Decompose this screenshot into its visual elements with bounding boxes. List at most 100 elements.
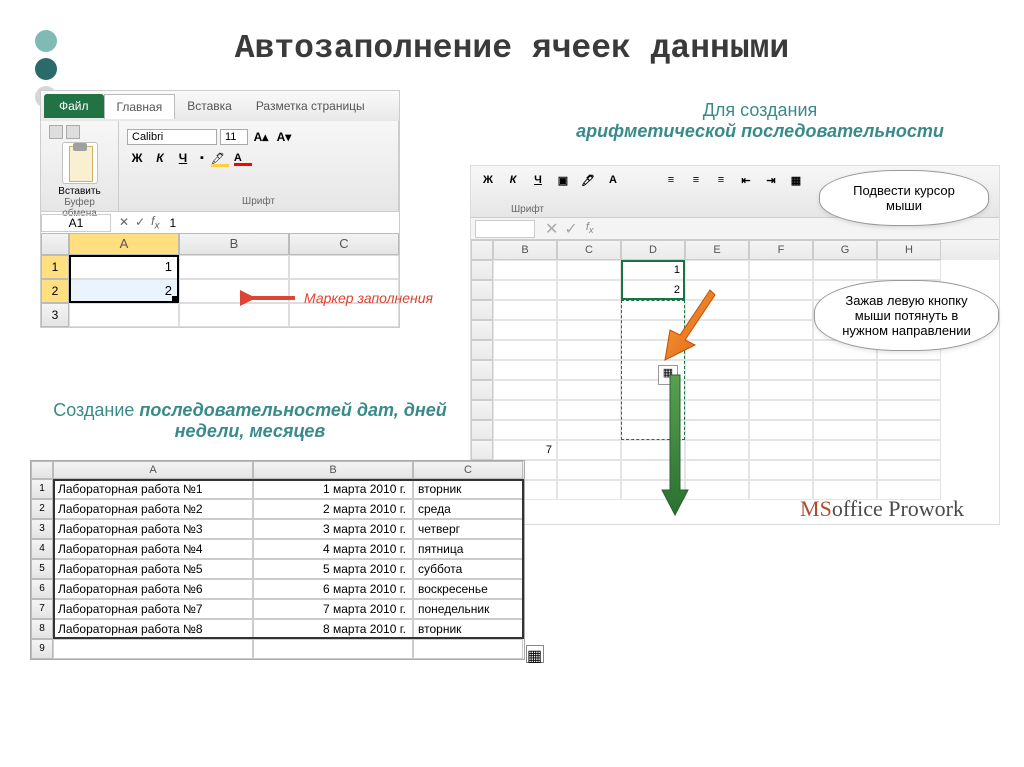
- italic-button[interactable]: К: [150, 149, 170, 167]
- fx-icon[interactable]: fx: [151, 214, 159, 231]
- cell[interactable]: [749, 320, 813, 340]
- cell[interactable]: [493, 420, 557, 440]
- row-header[interactable]: [471, 300, 493, 320]
- cell[interactable]: [749, 260, 813, 280]
- col-header-c[interactable]: C: [413, 461, 523, 479]
- row-header[interactable]: [471, 440, 493, 460]
- enter-icon[interactable]: ✓: [135, 215, 145, 229]
- row-header[interactable]: [471, 420, 493, 440]
- select-all-corner[interactable]: [31, 461, 53, 479]
- tab-insert[interactable]: Вставка: [175, 94, 244, 118]
- row-header-2[interactable]: 2: [41, 279, 69, 303]
- cell[interactable]: [749, 280, 813, 300]
- cell[interactable]: Лабораторная работа №3: [53, 519, 253, 539]
- col-header[interactable]: E: [685, 240, 749, 260]
- indent-inc-icon[interactable]: ⇥: [760, 170, 782, 190]
- cell[interactable]: вторник: [413, 619, 523, 639]
- bold-button[interactable]: Ж: [127, 149, 147, 167]
- cell[interactable]: [493, 260, 557, 280]
- cell[interactable]: 2 марта 2010 г.: [253, 499, 413, 519]
- cell[interactable]: [877, 260, 941, 280]
- col-header-a[interactable]: A: [69, 233, 179, 255]
- row-header[interactable]: 6: [31, 579, 53, 599]
- underline-button[interactable]: Ч: [173, 149, 193, 167]
- decrease-font-icon[interactable]: A▾: [274, 128, 294, 146]
- cell[interactable]: [493, 400, 557, 420]
- row-header[interactable]: [471, 280, 493, 300]
- cell[interactable]: Лабораторная работа №1: [53, 479, 253, 499]
- col-header-b[interactable]: B: [253, 461, 413, 479]
- align-left-icon[interactable]: ≡: [660, 170, 682, 190]
- cell[interactable]: [749, 440, 813, 460]
- cell[interactable]: [813, 420, 877, 440]
- cut-icon[interactable]: [49, 125, 63, 139]
- autofill-options-icon[interactable]: ▦: [526, 645, 544, 663]
- cell[interactable]: [877, 400, 941, 420]
- cell[interactable]: суббота: [413, 559, 523, 579]
- font-color-icon[interactable]: A: [602, 170, 624, 190]
- cell[interactable]: [749, 420, 813, 440]
- cell[interactable]: [493, 300, 557, 320]
- border-icon[interactable]: ▣: [552, 170, 574, 190]
- row-header-1[interactable]: 1: [41, 255, 69, 279]
- cell[interactable]: [557, 360, 621, 380]
- cell[interactable]: [557, 400, 621, 420]
- cancel-icon[interactable]: ✕: [119, 215, 129, 229]
- font-name-select[interactable]: Calibri: [127, 129, 217, 145]
- cell[interactable]: пятница: [413, 539, 523, 559]
- row-header[interactable]: 4: [31, 539, 53, 559]
- cell[interactable]: [557, 420, 621, 440]
- cell[interactable]: [877, 420, 941, 440]
- cell[interactable]: [557, 380, 621, 400]
- cell[interactable]: [749, 400, 813, 420]
- col-header-c[interactable]: C: [289, 233, 399, 255]
- cell[interactable]: [493, 340, 557, 360]
- cell[interactable]: [877, 360, 941, 380]
- cell[interactable]: [813, 460, 877, 480]
- cell[interactable]: Лабораторная работа №6: [53, 579, 253, 599]
- copy-icon[interactable]: [66, 125, 80, 139]
- cell[interactable]: вторник: [413, 479, 523, 499]
- col-header[interactable]: G: [813, 240, 877, 260]
- col-header[interactable]: F: [749, 240, 813, 260]
- italic-button[interactable]: К: [502, 170, 524, 190]
- cell[interactable]: [557, 280, 621, 300]
- cell[interactable]: [493, 280, 557, 300]
- row-header[interactable]: 9: [31, 639, 53, 659]
- cell[interactable]: четверг: [413, 519, 523, 539]
- cell[interactable]: [685, 400, 749, 420]
- cell[interactable]: [413, 639, 523, 659]
- cell[interactable]: 7: [493, 440, 557, 460]
- cell-b1[interactable]: [179, 255, 289, 279]
- cell[interactable]: Лабораторная работа №5: [53, 559, 253, 579]
- row-header[interactable]: [471, 340, 493, 360]
- cell[interactable]: [685, 440, 749, 460]
- cell[interactable]: Лабораторная работа №8: [53, 619, 253, 639]
- cell[interactable]: [493, 380, 557, 400]
- cell[interactable]: 8 марта 2010 г.: [253, 619, 413, 639]
- indent-dec-icon[interactable]: ⇤: [735, 170, 757, 190]
- row-header[interactable]: [471, 360, 493, 380]
- cell[interactable]: Лабораторная работа №4: [53, 539, 253, 559]
- font-size-select[interactable]: 11: [220, 129, 248, 145]
- cell-a2[interactable]: 2: [69, 279, 179, 303]
- row-header-3[interactable]: 3: [41, 303, 69, 327]
- col-header[interactable]: B: [493, 240, 557, 260]
- tab-home[interactable]: Главная: [104, 94, 176, 119]
- cell-c1[interactable]: [289, 255, 399, 279]
- align-center-icon[interactable]: ≡: [685, 170, 707, 190]
- bold-button[interactable]: Ж: [477, 170, 499, 190]
- cell[interactable]: [685, 380, 749, 400]
- cell[interactable]: понедельник: [413, 599, 523, 619]
- cell[interactable]: [813, 400, 877, 420]
- row-header[interactable]: 8: [31, 619, 53, 639]
- row-header[interactable]: 1: [31, 479, 53, 499]
- font-color-icon[interactable]: A: [234, 152, 242, 164]
- enter-icon[interactable]: ✓: [564, 219, 577, 239]
- paste-icon[interactable]: [62, 142, 98, 184]
- underline-button[interactable]: Ч: [527, 170, 549, 190]
- cell[interactable]: [253, 639, 413, 659]
- col-header[interactable]: D: [621, 240, 685, 260]
- increase-font-icon[interactable]: A▴: [251, 128, 271, 146]
- cell[interactable]: [877, 440, 941, 460]
